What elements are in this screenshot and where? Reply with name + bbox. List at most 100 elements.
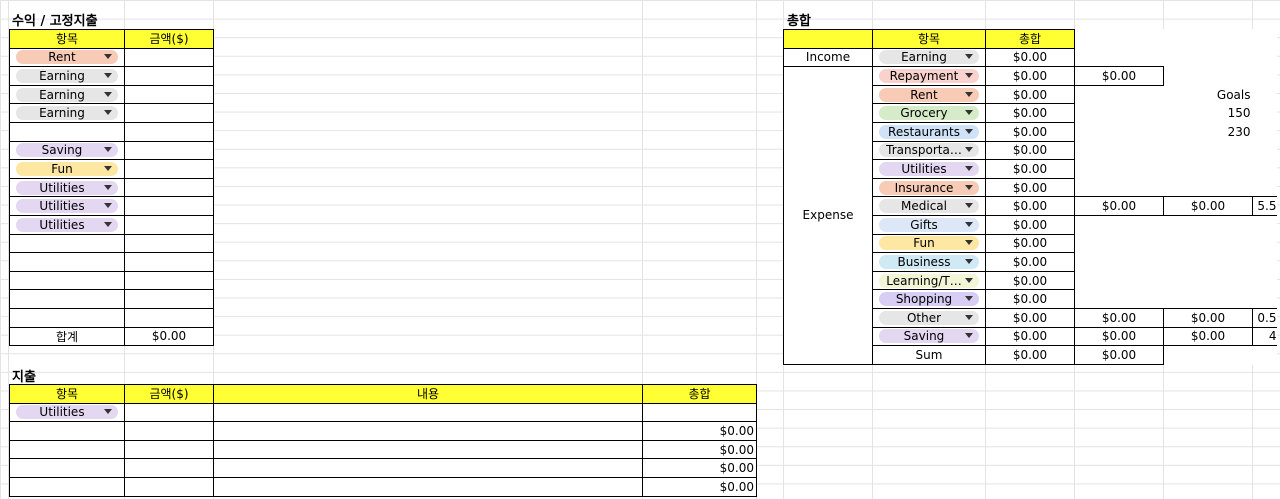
category-cell[interactable]: Utilities [872, 159, 986, 179]
amount-cell[interactable] [124, 252, 214, 272]
amount-cell[interactable] [124, 439, 214, 460]
category-cell[interactable]: Grocery [872, 103, 986, 123]
category-cell[interactable]: Earning [9, 103, 125, 123]
category-cell[interactable]: Medical [872, 196, 986, 216]
category-dropdown[interactable]: Rent [879, 87, 979, 102]
chevron-down-icon[interactable] [965, 203, 973, 209]
chevron-down-icon[interactable] [104, 72, 112, 78]
category-dropdown[interactable]: Transporta… [879, 143, 979, 158]
amount-cell[interactable] [124, 458, 214, 478]
category-cell[interactable]: Utilities [9, 402, 125, 423]
category-dropdown[interactable]: Rent [16, 50, 118, 65]
chevron-down-icon[interactable] [965, 110, 973, 116]
amount-cell[interactable] [124, 47, 214, 68]
chevron-down-icon[interactable] [965, 240, 973, 246]
description-cell[interactable] [213, 402, 643, 423]
category-cell[interactable]: Gifts [872, 214, 986, 235]
category-dropdown[interactable]: Other [879, 310, 979, 325]
chevron-down-icon[interactable] [965, 258, 973, 264]
chevron-down-icon[interactable] [104, 221, 112, 227]
amount-cell[interactable] [124, 476, 214, 497]
amount-cell[interactable] [124, 233, 214, 254]
category-dropdown[interactable]: Fun [879, 236, 979, 251]
category-cell[interactable]: Saving [9, 140, 125, 161]
category-dropdown[interactable]: Insurance [879, 180, 979, 195]
chevron-down-icon[interactable] [965, 147, 973, 153]
category-dropdown[interactable]: Saving [16, 143, 118, 158]
category-dropdown[interactable]: Earning [16, 87, 118, 102]
amount-cell[interactable] [124, 66, 214, 86]
category-cell[interactable] [9, 289, 125, 309]
category-cell[interactable] [9, 458, 125, 478]
category-cell[interactable]: Transporta… [872, 140, 986, 161]
category-dropdown[interactable]: Shopping [879, 292, 979, 307]
chevron-down-icon[interactable] [104, 203, 112, 209]
description-cell[interactable] [213, 421, 643, 441]
category-dropdown[interactable]: Utilities [16, 405, 118, 420]
category-dropdown[interactable]: Saving [879, 329, 979, 344]
chevron-down-icon[interactable] [104, 91, 112, 97]
category-dropdown[interactable]: Medical [879, 199, 979, 214]
chevron-down-icon[interactable] [965, 184, 973, 190]
chevron-down-icon[interactable] [965, 91, 973, 97]
category-cell[interactable] [9, 252, 125, 272]
category-dropdown[interactable]: Earning [16, 68, 118, 83]
category-dropdown[interactable]: Earning [16, 106, 118, 121]
category-cell[interactable]: Fun [872, 233, 986, 254]
category-dropdown[interactable]: Fun [16, 161, 118, 176]
category-dropdown[interactable]: Utilities [16, 180, 118, 195]
chevron-down-icon[interactable] [965, 54, 973, 60]
chevron-down-icon[interactable] [965, 296, 973, 302]
category-dropdown[interactable]: Earning [879, 50, 979, 65]
chevron-down-icon[interactable] [104, 110, 112, 116]
category-cell[interactable]: Rent [872, 84, 986, 105]
category-cell[interactable] [9, 270, 125, 291]
amount-cell[interactable] [124, 159, 214, 179]
category-cell[interactable]: Restaurants [872, 121, 986, 142]
category-cell[interactable] [9, 421, 125, 441]
amount-cell[interactable] [124, 140, 214, 161]
category-cell[interactable]: Learning/T… [872, 270, 986, 291]
chevron-down-icon[interactable] [104, 165, 112, 171]
category-cell[interactable] [9, 439, 125, 460]
chevron-down-icon[interactable] [965, 128, 973, 134]
category-cell[interactable]: Utilities [9, 214, 125, 235]
chevron-down-icon[interactable] [104, 54, 112, 60]
category-dropdown[interactable]: Restaurants [879, 124, 979, 139]
amount-cell[interactable] [124, 270, 214, 291]
chevron-down-icon[interactable] [965, 277, 973, 283]
category-dropdown[interactable]: Utilities [879, 161, 979, 176]
description-cell[interactable] [213, 439, 643, 460]
amount-cell[interactable] [124, 177, 214, 198]
category-cell[interactable]: Saving [872, 326, 986, 347]
category-dropdown[interactable]: Repayment [879, 68, 979, 83]
chevron-down-icon[interactable] [965, 333, 973, 339]
category-cell[interactable]: Business [872, 252, 986, 272]
amount-cell[interactable] [124, 214, 214, 235]
category-cell[interactable]: Rent [9, 47, 125, 68]
category-dropdown[interactable]: Grocery [879, 106, 979, 121]
chevron-down-icon[interactable] [104, 147, 112, 153]
category-cell[interactable]: Utilities [9, 196, 125, 216]
category-cell[interactable]: Earning [9, 84, 125, 105]
category-dropdown[interactable]: Utilities [16, 199, 118, 214]
description-cell[interactable] [213, 476, 643, 497]
category-cell[interactable]: Shopping [872, 289, 986, 309]
description-cell[interactable] [213, 458, 643, 478]
chevron-down-icon[interactable] [965, 72, 973, 78]
category-cell[interactable]: Other [872, 307, 986, 328]
chevron-down-icon[interactable] [965, 221, 973, 227]
amount-cell[interactable] [124, 307, 214, 328]
amount-cell[interactable] [124, 402, 214, 423]
category-cell[interactable] [9, 233, 125, 254]
amount-cell[interactable] [124, 421, 214, 441]
chevron-down-icon[interactable] [104, 409, 112, 415]
category-cell[interactable] [9, 476, 125, 497]
category-dropdown[interactable]: Learning/T… [879, 273, 979, 288]
amount-cell[interactable] [124, 84, 214, 105]
category-cell[interactable]: Utilities [9, 177, 125, 198]
category-dropdown[interactable]: Gifts [879, 217, 979, 232]
chevron-down-icon[interactable] [965, 314, 973, 320]
amount-cell[interactable] [124, 289, 214, 309]
amount-cell[interactable] [124, 103, 214, 123]
